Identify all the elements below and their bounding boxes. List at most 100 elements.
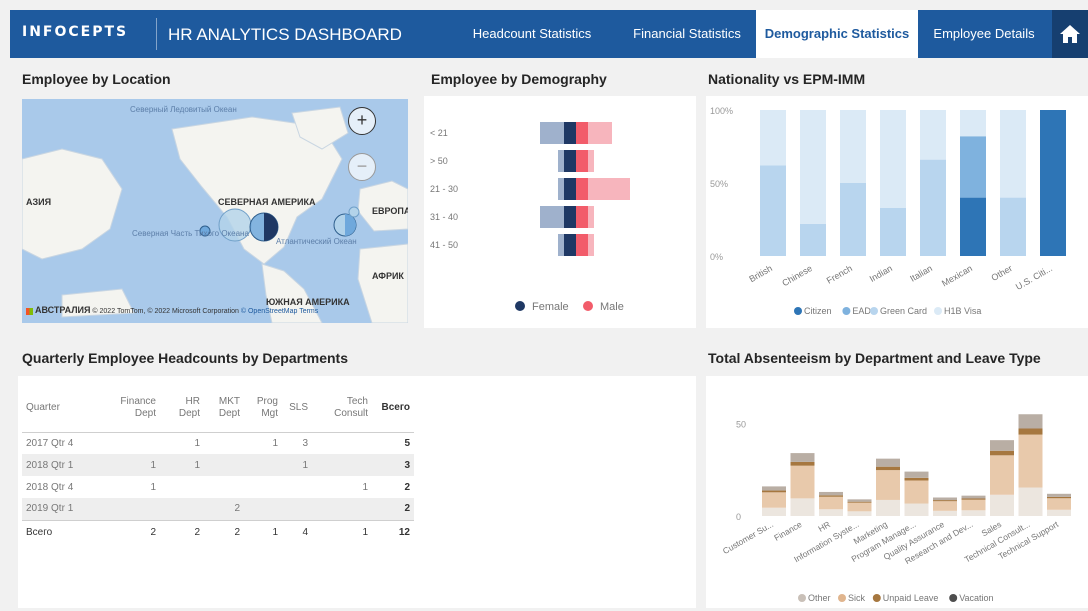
legend-label[interactable]: Male	[600, 301, 624, 313]
absenteeism-bar-segment[interactable]	[790, 465, 815, 499]
absenteeism-bar-segment[interactable]	[990, 455, 1014, 495]
attribution-links[interactable]: © OpenStreetMap Terms	[241, 308, 318, 315]
absenteeism-bar-segment[interactable]	[762, 486, 786, 491]
home-button[interactable]	[1052, 10, 1088, 58]
male-bar[interactable]	[576, 206, 588, 228]
male-bar[interactable]	[576, 234, 588, 256]
nationality-bar-segment[interactable]	[1000, 110, 1026, 198]
tab-headcount-statistics[interactable]: Headcount Statistics	[446, 10, 618, 58]
legend-label[interactable]: Green Card	[880, 306, 927, 316]
male-bar[interactable]	[576, 178, 588, 200]
absenteeism-bar-segment[interactable]	[961, 498, 986, 500]
location-map[interactable]: Северный Ледовитый Океан АЗИЯ СЕВЕРНАЯ А…	[22, 99, 408, 323]
legend-label[interactable]: EAD	[852, 306, 871, 316]
absenteeism-bar-segment[interactable]	[961, 495, 986, 499]
absenteeism-bar-segment[interactable]	[1047, 496, 1071, 499]
female-bar-segment[interactable]	[540, 122, 564, 144]
zoom-in-button[interactable]: +	[348, 107, 376, 135]
female-bar[interactable]	[564, 150, 576, 172]
absenteeism-bar-segment[interactable]	[904, 477, 929, 481]
column-header-finance[interactable]: Finance Dept	[104, 384, 160, 433]
nationality-bar-segment[interactable]	[880, 207, 906, 256]
absenteeism-bar-segment[interactable]	[819, 491, 843, 496]
legend-label[interactable]: H1B Visa	[944, 306, 981, 316]
nationality-bar-segment[interactable]	[960, 110, 986, 137]
tab-financial-statistics[interactable]: Financial Statistics	[618, 10, 756, 58]
absenteeism-bar-segment[interactable]	[819, 496, 843, 510]
male-bar-segment[interactable]	[588, 122, 612, 144]
absenteeism-bar-segment[interactable]	[1018, 414, 1043, 429]
nationality-bar-segment[interactable]	[1000, 197, 1026, 256]
absenteeism-bar-segment[interactable]	[790, 498, 815, 516]
absenteeism-bar-segment[interactable]	[876, 499, 900, 516]
column-header-total[interactable]: Всего	[372, 384, 414, 433]
absenteeism-bar-segment[interactable]	[990, 440, 1014, 451]
legend-label[interactable]: Sick	[848, 593, 866, 603]
absenteeism-bar-segment[interactable]	[847, 499, 872, 502]
absenteeism-bar-segment[interactable]	[1047, 509, 1071, 516]
absenteeism-bar-segment[interactable]	[990, 450, 1014, 456]
column-header-tech[interactable]: Tech Consult	[312, 384, 372, 433]
male-bar-segment[interactable]	[588, 150, 594, 172]
absenteeism-bar-segment[interactable]	[790, 453, 815, 462]
male-bar-segment[interactable]	[588, 234, 594, 256]
legend-label[interactable]: Unpaid Leave	[883, 593, 939, 603]
nationality-bar-segment[interactable]	[760, 110, 786, 166]
absenteeism-bar-segment[interactable]	[904, 471, 929, 478]
column-header-quarter[interactable]: Quarter	[22, 384, 104, 433]
absenteeism-bar-segment[interactable]	[990, 494, 1014, 516]
nationality-bar-segment[interactable]	[920, 159, 946, 256]
absenteeism-bar-segment[interactable]	[762, 490, 786, 493]
absenteeism-bar-segment[interactable]	[933, 510, 957, 516]
nationality-bar-segment[interactable]	[800, 223, 826, 256]
nationality-bar-segment[interactable]	[960, 136, 986, 198]
legend-label[interactable]: Female	[532, 301, 569, 313]
absenteeism-bar-segment[interactable]	[876, 458, 900, 467]
legend-label[interactable]: Vacation	[959, 593, 993, 603]
legend-label[interactable]: Citizen	[804, 306, 832, 316]
nationality-bar-segment[interactable]	[760, 165, 786, 256]
nationality-bar-segment[interactable]	[800, 110, 826, 224]
column-header-mkt[interactable]: MKT Dept	[204, 384, 244, 433]
absenteeism-bar-segment[interactable]	[1018, 428, 1043, 435]
nationality-bar-segment[interactable]	[960, 197, 986, 256]
tab-demographic-statistics[interactable]: Demographic Statistics	[756, 10, 918, 58]
female-bar[interactable]	[564, 206, 576, 228]
absenteeism-bar-segment[interactable]	[876, 470, 900, 500]
absenteeism-bar-segment[interactable]	[961, 499, 986, 511]
legend-label[interactable]: Other	[808, 593, 831, 603]
zoom-out-button[interactable]: −	[348, 153, 376, 181]
column-header-hr[interactable]: HR Dept	[160, 384, 204, 433]
nationality-bar-segment[interactable]	[1040, 110, 1066, 256]
absenteeism-bar-segment[interactable]	[933, 501, 957, 511]
column-header-sls[interactable]: SLS	[282, 384, 312, 433]
nationality-bar-segment[interactable]	[840, 110, 866, 183]
male-bar[interactable]	[576, 122, 588, 144]
female-bar[interactable]	[564, 178, 576, 200]
absenteeism-bar-segment[interactable]	[1047, 493, 1071, 497]
absenteeism-bar-segment[interactable]	[961, 510, 986, 516]
female-bar[interactable]	[564, 122, 576, 144]
female-bar[interactable]	[564, 234, 576, 256]
tab-employee-details[interactable]: Employee Details	[918, 10, 1050, 58]
nationality-bar-segment[interactable]	[840, 183, 866, 256]
absenteeism-bar-segment[interactable]	[819, 495, 843, 497]
absenteeism-bar-segment[interactable]	[790, 461, 815, 466]
absenteeism-bar-segment[interactable]	[762, 507, 786, 516]
absenteeism-bar-segment[interactable]	[847, 511, 872, 516]
column-header-prog[interactable]: Prog Mgt	[244, 384, 282, 433]
absenteeism-bar-segment[interactable]	[904, 480, 929, 504]
female-bar-segment[interactable]	[558, 178, 564, 200]
female-bar-segment[interactable]	[558, 234, 564, 256]
absenteeism-bar-segment[interactable]	[847, 502, 872, 512]
absenteeism-bar-segment[interactable]	[933, 500, 957, 502]
female-bar-segment[interactable]	[540, 206, 564, 228]
absenteeism-bar-segment[interactable]	[904, 503, 929, 516]
absenteeism-bar-segment[interactable]	[1018, 487, 1043, 516]
absenteeism-bar-segment[interactable]	[1018, 434, 1043, 488]
absenteeism-bar-segment[interactable]	[762, 492, 786, 508]
male-bar[interactable]	[576, 150, 588, 172]
absenteeism-bar-segment[interactable]	[1047, 498, 1071, 510]
absenteeism-bar-segment[interactable]	[847, 501, 872, 503]
absenteeism-bar-segment[interactable]	[819, 509, 843, 516]
